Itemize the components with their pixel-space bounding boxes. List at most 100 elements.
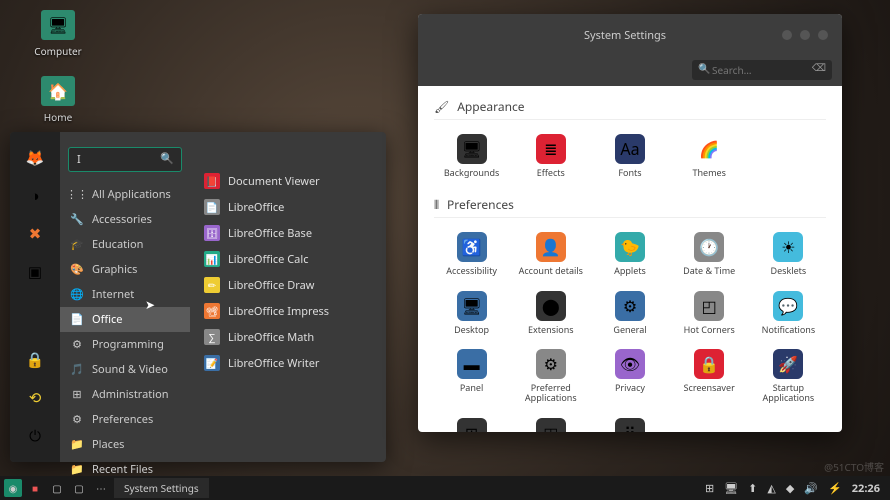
category-sound-video[interactable]: 🎵Sound & Video xyxy=(60,357,190,382)
app-libreoffice-calc[interactable]: 📊LibreOffice Calc xyxy=(196,246,380,272)
app-icon: 📊 xyxy=(204,251,220,267)
rail-firefox-icon[interactable]: 🦊 xyxy=(25,148,45,168)
category-icon: ⋮⋮ xyxy=(70,188,84,202)
settings-item-date-time[interactable]: 🕐Date & Time xyxy=(672,228,747,280)
category-office[interactable]: 📄Office xyxy=(60,307,190,332)
taskbar-task-settings[interactable]: System Settings xyxy=(114,478,209,498)
settings-item-desktop[interactable]: 🖥Desktop xyxy=(434,287,509,339)
desktop-icon-home[interactable]: Home xyxy=(30,76,86,124)
rail-terminal-icon[interactable]: ▣ xyxy=(25,262,45,282)
desktop-icon-computer[interactable]: Computer xyxy=(30,10,86,58)
settings-item-extensions[interactable]: ⬤Extensions xyxy=(513,287,588,339)
accessibility-icon: ♿ xyxy=(457,232,487,262)
rail-logout-icon[interactable]: ⟲ xyxy=(25,388,45,408)
clear-icon[interactable]: ⌫ xyxy=(812,60,826,74)
category-education[interactable]: 🎓Education xyxy=(60,232,190,257)
rail-files-icon[interactable]: ◑ xyxy=(25,186,45,206)
section-header: ⫴Preferences xyxy=(434,192,826,218)
category-programming[interactable]: ⚙Programming xyxy=(60,332,190,357)
tray-network-icon[interactable]: ◆ xyxy=(786,481,794,496)
settings-item-accessibility[interactable]: ♿ Accessibility xyxy=(434,228,509,280)
taskbar-workspace-2[interactable]: ▢ xyxy=(48,479,66,497)
settings-item-applets[interactable]: 🐤Applets xyxy=(592,228,667,280)
category-icon: 🔧 xyxy=(70,213,84,227)
settings-item-desklets[interactable]: ☀Desklets xyxy=(751,228,826,280)
settings-item-fonts[interactable]: Aa Fonts xyxy=(592,130,667,182)
settings-item-account-details[interactable]: 👤Account details xyxy=(513,228,588,280)
category-icon: 📁 xyxy=(70,438,84,452)
category-preferences[interactable]: ⚙Preferences xyxy=(60,407,190,432)
settings-item-windows[interactable]: ⊞Windows xyxy=(434,414,509,432)
tray-display-icon[interactable]: 🖥 xyxy=(724,481,738,496)
rail-power-icon[interactable]: ⏻ xyxy=(25,426,45,446)
tray-volume-icon[interactable]: 🔊 xyxy=(804,481,818,496)
category-icon: 🌐 xyxy=(70,288,84,302)
section-title: Preferences xyxy=(447,196,514,213)
settings-item-themes[interactable]: 🌈Themes xyxy=(672,130,747,182)
category-internet[interactable]: 🌐 Internet xyxy=(60,282,190,307)
app-document-viewer[interactable]: 📕Document Viewer xyxy=(196,168,380,194)
settings-item-label: Notifications xyxy=(762,325,816,335)
app-icon: 📽 xyxy=(204,303,220,319)
category-graphics[interactable]: 🎨Graphics xyxy=(60,257,190,282)
category-all-applications[interactable]: ⋮⋮All Applications xyxy=(60,182,190,207)
taskbar-workspace-1[interactable]: ■ xyxy=(26,479,44,497)
app-label: LibreOffice Writer xyxy=(228,356,319,371)
settings-item-backgrounds[interactable]: 🖥Backgrounds xyxy=(434,130,509,182)
settings-grid: ♿ Accessibility 👤Account details🐤Applets🕐D… xyxy=(434,228,826,432)
category-label: Internet xyxy=(92,287,134,302)
app-libreoffice-base[interactable]: 🗄LibreOffice Base xyxy=(196,220,380,246)
tray-caret-icon[interactable]: ◭ xyxy=(767,481,775,496)
app-libreoffice[interactable]: 📄LibreOffice xyxy=(196,194,380,220)
tray-expand-icon[interactable]: ⊞ xyxy=(705,481,714,496)
category-accessories[interactable]: 🔧Accessories xyxy=(60,207,190,232)
app-libreoffice-math[interactable]: ∑LibreOffice Math xyxy=(196,324,380,350)
settings-item-startup-applications[interactable]: 🚀Startup Applications xyxy=(751,345,826,408)
taskbar-workspace-3[interactable]: ▢ xyxy=(70,479,88,497)
category-places[interactable]: 📁Places xyxy=(60,432,190,457)
settings-item-label: Date & Time xyxy=(683,266,735,276)
maximize-button[interactable] xyxy=(800,30,810,40)
settings-body: 🖌Appearance🖥Backgrounds≣EffectsAaFonts🌈T… xyxy=(418,86,842,432)
app-libreoffice-draw[interactable]: ✏LibreOffice Draw xyxy=(196,272,380,298)
app-libreoffice-writer[interactable]: 📝 LibreOffice Writer xyxy=(196,350,380,376)
settings-item-label: Accessibility xyxy=(446,266,497,276)
category-icon: ⚙ xyxy=(70,413,84,427)
computer-icon xyxy=(41,10,75,40)
taskbar-more[interactable]: ⋯ xyxy=(92,479,110,497)
app-libreoffice-impress[interactable]: 📽LibreOffice Impress xyxy=(196,298,380,324)
category-label: Recent Files xyxy=(92,462,153,477)
minimize-button[interactable] xyxy=(782,30,792,40)
settings-item-screensaver[interactable]: 🔒Screensaver xyxy=(672,345,747,408)
rail-lock-icon[interactable]: 🔒 xyxy=(25,350,45,370)
rail-hexchat-icon[interactable]: ✖ xyxy=(25,224,45,244)
category-administration[interactable]: ⊞Administration xyxy=(60,382,190,407)
settings-item-general[interactable]: ⚙General xyxy=(592,287,667,339)
category-icon: 📄 xyxy=(70,313,84,327)
settings-item-label: Themes xyxy=(692,168,725,178)
fonts-icon: Aa xyxy=(615,134,645,164)
tray-update-icon[interactable]: ⬆ xyxy=(748,481,757,496)
app-icon: 📝 xyxy=(204,355,220,371)
settings-item-preferred-applications[interactable]: ⚙Preferred Applications xyxy=(513,345,588,408)
taskbar-clock[interactable]: 22:26 xyxy=(852,481,880,496)
start-menu-apps: 📕Document Viewer📄LibreOffice🗄LibreOffice… xyxy=(190,132,386,462)
settings-item-hot-corners[interactable]: ◰Hot Corners xyxy=(672,287,747,339)
panel-icon: ▬ xyxy=(457,349,487,379)
settings-item-panel[interactable]: ▬Panel xyxy=(434,345,509,408)
settings-item-label: Extensions xyxy=(528,325,574,335)
settings-grid: 🖥Backgrounds≣Effects Aa Fonts 🌈Themes xyxy=(434,130,826,182)
close-button[interactable] xyxy=(818,30,828,40)
settings-item-window-tiling[interactable]: ◫Window Tiling xyxy=(513,414,588,432)
settings-item-label: Fonts xyxy=(618,168,641,178)
settings-item-privacy[interactable]: 👁Privacy xyxy=(592,345,667,408)
settings-item-workspaces[interactable]: ⠿Workspaces xyxy=(592,414,667,432)
start-button[interactable]: ◉ xyxy=(4,479,22,497)
settings-item-effects[interactable]: ≣Effects xyxy=(513,130,588,182)
tray-battery-icon[interactable]: ⚡ xyxy=(828,481,842,496)
category-label: Graphics xyxy=(92,262,137,277)
category-label: Education xyxy=(92,237,143,252)
settings-item-notifications[interactable]: 💬Notifications xyxy=(751,287,826,339)
window-titlebar[interactable]: System Settings xyxy=(418,14,842,56)
settings-item-label: Startup Applications xyxy=(755,383,822,404)
